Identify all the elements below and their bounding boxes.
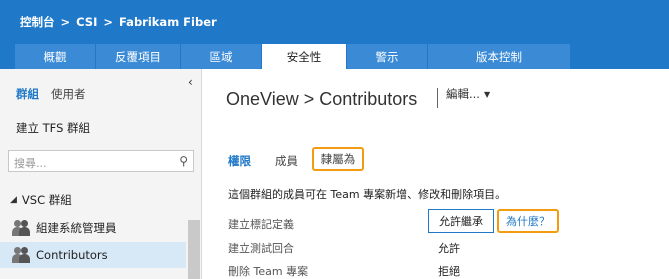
tab-member-of-label: 隸屬為 xyxy=(320,152,356,166)
permission-value-select[interactable]: 允許繼承 xyxy=(428,209,494,233)
tree-group-header[interactable]: ◢ VSC 群組 xyxy=(10,192,72,208)
admin-tabs: 概觀 反覆項目 區域 安全性 警示 版本控制 xyxy=(15,44,571,70)
group-description: 這個群組的成員可在 Team 專案新增、修改和刪除項目。 xyxy=(228,188,507,201)
tab-members[interactable]: 成員 xyxy=(275,153,298,169)
permission-value[interactable]: 拒絕 xyxy=(438,263,460,279)
tab-version-control[interactable]: 版本控制 xyxy=(428,44,570,69)
tree-item-build-admins[interactable]: 組建系統管理員 xyxy=(0,215,186,241)
sidebar-tab-groups[interactable]: 群組 xyxy=(16,86,39,102)
tree-item-label: 組建系統管理員 xyxy=(36,221,117,235)
tree-item-label: Contributors xyxy=(36,248,108,262)
sidebar-tab-users[interactable]: 使用者 xyxy=(51,86,86,102)
search-placeholder: 搜尋... xyxy=(14,157,47,170)
tab-member-of[interactable]: 隸屬為 xyxy=(312,147,364,171)
breadcrumb-separator: > xyxy=(60,15,71,29)
permission-name: 建立標記定義 xyxy=(228,218,294,231)
edit-menu-button[interactable]: 編輯... ▼ xyxy=(446,86,490,102)
permission-value: 允許繼承 xyxy=(439,215,483,228)
top-header: 控制台 > CSI > Fabrikam Fiber 概觀 反覆項目 區域 安全… xyxy=(0,0,669,70)
breadcrumb-item-control-panel[interactable]: 控制台 xyxy=(20,14,55,30)
group-search-input[interactable]: 搜尋... ⚲ xyxy=(8,150,194,172)
sidebar: ‹ 群組 使用者 建立 TFS 群組 搜尋... ⚲ ◢ VSC 群組 組建系統… xyxy=(0,69,202,279)
breadcrumb-item-collection[interactable]: CSI xyxy=(76,15,97,29)
permission-name: 建立測試回合 xyxy=(228,242,294,255)
why-link-button[interactable]: 為什麼？ xyxy=(497,209,559,233)
permission-value[interactable]: 允許 xyxy=(438,240,460,256)
page-title: OneView > Contributors xyxy=(226,89,418,109)
tree-item-contributors[interactable]: Contributors xyxy=(0,242,186,268)
why-link-label: 為什麼？ xyxy=(506,215,550,228)
title-divider xyxy=(437,88,438,108)
breadcrumb: 控制台 > CSI > Fabrikam Fiber xyxy=(20,14,217,30)
tree-group-label: VSC 群組 xyxy=(21,193,72,207)
tab-areas[interactable]: 區域 xyxy=(181,44,261,69)
sidebar-tabs: 群組 使用者 xyxy=(16,86,86,102)
permission-name: 刪除 Team 專案 xyxy=(228,265,309,278)
breadcrumb-separator: > xyxy=(103,15,113,29)
edit-menu-label: 編輯... xyxy=(446,87,480,101)
search-icon[interactable]: ⚲ xyxy=(179,154,188,168)
tab-overview[interactable]: 概觀 xyxy=(15,44,95,69)
group-icon xyxy=(12,246,30,264)
expand-triangle-icon[interactable]: ◢ xyxy=(10,195,17,205)
chevron-down-icon: ▼ xyxy=(483,89,491,99)
breadcrumb-item-project[interactable]: Fabrikam Fiber xyxy=(119,15,217,29)
create-tfs-group-link[interactable]: 建立 TFS 群組 xyxy=(16,120,90,136)
sidebar-scrollbar[interactable] xyxy=(188,220,200,279)
tab-iterations[interactable]: 反覆項目 xyxy=(96,44,180,69)
tab-security[interactable]: 安全性 xyxy=(262,44,346,70)
group-icon xyxy=(12,219,30,237)
tab-permissions[interactable]: 權限 xyxy=(228,153,251,169)
tab-alerts[interactable]: 警示 xyxy=(347,44,427,69)
collapse-chevron-icon[interactable]: ‹ xyxy=(188,75,193,89)
